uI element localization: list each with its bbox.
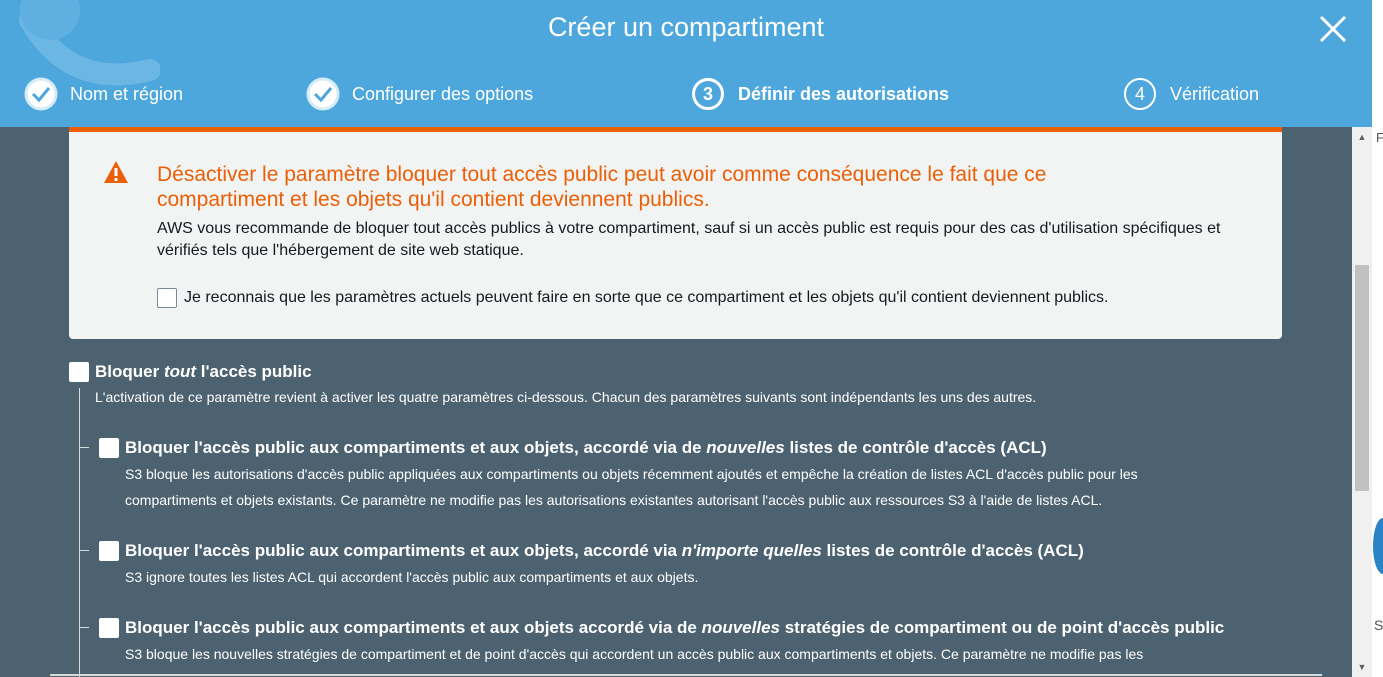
block-any-acl-description: S3 ignore toutes les listes ACL qui acco… bbox=[125, 564, 1235, 590]
public-access-warning: Désactiver le paramètre bloquer tout acc… bbox=[69, 127, 1282, 339]
check-circle-icon bbox=[306, 77, 340, 111]
description-line: S3 bloque les nouvelles stratégies de co… bbox=[125, 646, 1144, 662]
step-label: Vérification bbox=[1170, 83, 1260, 104]
block-any-acl-checkbox[interactable] bbox=[99, 541, 119, 561]
title-part: listes de contrôle d'accès (ACL) bbox=[784, 438, 1047, 457]
vertical-scrollbar[interactable]: ▲ ▼ bbox=[1352, 127, 1372, 677]
title-part: Bloquer l'accès public aux compartiments… bbox=[125, 618, 702, 637]
title-part: listes de contrôle d'accès (ACL) bbox=[821, 541, 1084, 560]
scrollbar-thumb[interactable] bbox=[1355, 265, 1369, 491]
background-button bbox=[1373, 518, 1383, 574]
step-verification[interactable]: 4 Vérification bbox=[1124, 78, 1259, 110]
title-part: Bloquer bbox=[95, 362, 164, 381]
check-circle-icon bbox=[24, 77, 58, 111]
tree-branch bbox=[79, 627, 89, 628]
title-emphasis: tout bbox=[163, 362, 197, 381]
title-emphasis: n'importe quelles bbox=[681, 541, 822, 560]
tree-connector bbox=[79, 388, 80, 677]
block-all-checkbox[interactable] bbox=[69, 362, 89, 382]
wizard-header: Créer un compartiment Nom et région Conf… bbox=[0, 0, 1372, 127]
tree-branch bbox=[79, 550, 89, 551]
step-definir-autorisations[interactable]: 3 Définir des autorisations bbox=[692, 78, 949, 110]
title-part: Bloquer l'accès public aux compartiments… bbox=[125, 541, 682, 560]
step-number-circle: 3 bbox=[692, 78, 724, 110]
arrow-down-icon[interactable]: ▼ bbox=[1352, 657, 1372, 677]
arrow-up-icon[interactable]: ▲ bbox=[1352, 127, 1372, 147]
dialog-title: Créer un compartiment bbox=[547, 12, 825, 42]
block-all-description: L'activation de ce paramètre revient à a… bbox=[95, 389, 1037, 405]
tree-branch bbox=[79, 447, 89, 448]
block-new-policies-checkbox[interactable] bbox=[99, 618, 119, 638]
close-icon[interactable] bbox=[1318, 14, 1348, 44]
bottom-divider bbox=[50, 674, 1322, 676]
description-line: S3 bloque les autorisations d'accès publ… bbox=[125, 466, 1138, 482]
step-label: Configurer des options bbox=[352, 83, 534, 104]
step-label: Nom et région bbox=[70, 83, 184, 104]
step-label: Définir des autorisations bbox=[738, 83, 950, 104]
title-emphasis: nouvelles bbox=[706, 438, 785, 457]
block-new-acl-checkbox[interactable] bbox=[99, 438, 119, 458]
acknowledge-row: Je reconnais que les paramètres actuels … bbox=[157, 288, 1108, 308]
title-emphasis: nouvelles bbox=[701, 618, 780, 637]
block-new-acl-description: S3 bloque les autorisations d'accès publ… bbox=[125, 461, 1235, 513]
step-number-circle: 4 bbox=[1124, 78, 1156, 110]
step-nom-region[interactable]: Nom et région bbox=[24, 77, 184, 111]
description-line: S3 ignore toutes les listes ACL qui acco… bbox=[125, 569, 699, 585]
background-text: S bbox=[1374, 617, 1383, 633]
step-configurer-options[interactable]: Configurer des options bbox=[306, 77, 534, 111]
warning-text: AWS vous recommande de bloquer tout accè… bbox=[157, 220, 1221, 259]
warning-triangle-icon bbox=[104, 161, 128, 183]
description-line: compartiments et objets existants. Ce pa… bbox=[125, 492, 1103, 508]
acknowledge-checkbox[interactable] bbox=[157, 288, 177, 308]
title-part: l'accès public bbox=[196, 362, 312, 381]
block-new-policies-description: S3 bloque les nouvelles stratégies de co… bbox=[125, 641, 1235, 667]
block-all-title: Bloquer tout l'accès public bbox=[95, 362, 312, 382]
acknowledge-label: Je reconnais que les paramètres actuels … bbox=[184, 289, 1109, 306]
warning-title: Désactiver le paramètre bloquer tout acc… bbox=[157, 163, 1047, 211]
background-text: F bbox=[1376, 130, 1383, 145]
background-page-edge: F S bbox=[1372, 0, 1383, 677]
block-new-policies-title: Bloquer l'accès public aux compartiments… bbox=[125, 618, 1224, 638]
title-part: stratégies de compartiment ou de point d… bbox=[780, 618, 1225, 637]
title-part: Bloquer l'accès public aux compartiments… bbox=[125, 438, 707, 457]
block-new-acl-title: Bloquer l'accès public aux compartiments… bbox=[125, 438, 1047, 458]
block-any-acl-title: Bloquer l'accès public aux compartiments… bbox=[125, 541, 1084, 561]
